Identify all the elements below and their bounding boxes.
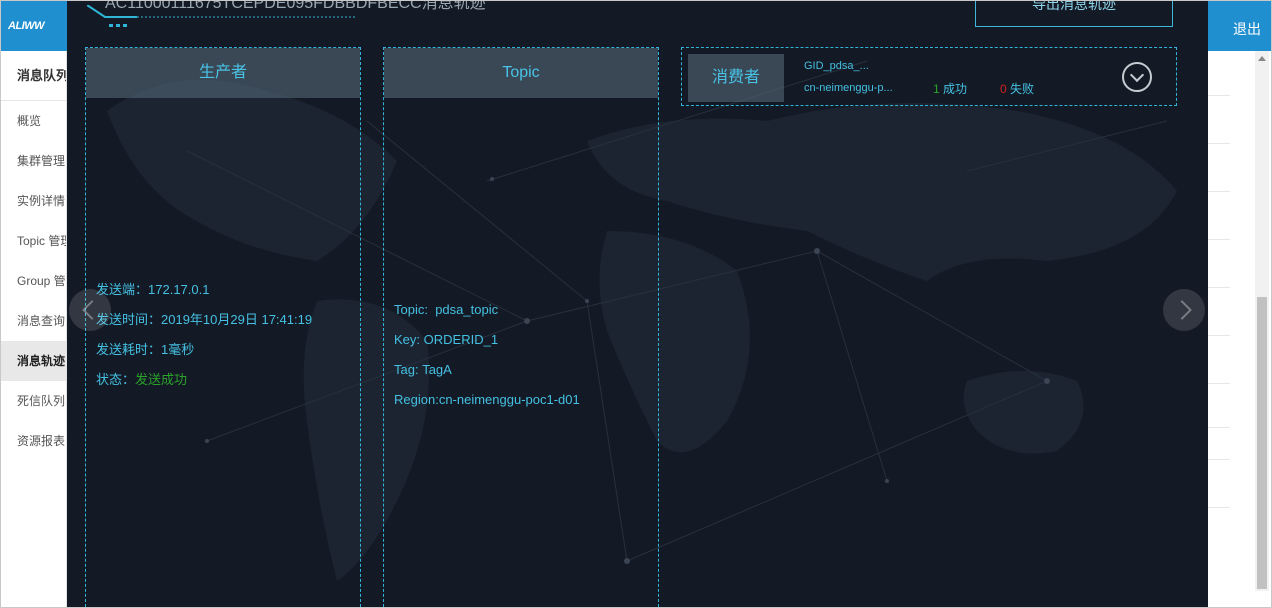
topic-value: pdsa_topic — [435, 302, 499, 317]
consume-fail-stat: 0 失败 — [1000, 80, 1034, 97]
region-value: cn-neimenggu-poc1-d01 — [438, 392, 580, 407]
sidebar-title: 消息队列 — [1, 51, 66, 101]
topic-label: Topic: — [394, 302, 428, 317]
send-cost-row: 发送耗时：1毫秒 — [96, 335, 360, 365]
consumer-region: cn-neimenggu-p... — [804, 82, 893, 94]
consume-success-stat: 1 成功 — [933, 80, 967, 97]
status-row: 状态：发送成功 — [96, 365, 360, 395]
key-value: ORDERID_1 — [423, 332, 499, 347]
sidebar-item-dead-letter[interactable]: 死信队列 — [1, 381, 66, 421]
send-time-value: 2019年10月29日 17:41:19 — [161, 312, 313, 327]
topbar-left — [51, 1, 67, 51]
send-host-row: 发送端：172.17.0.1 — [96, 275, 360, 305]
status-label: 状态： — [96, 372, 136, 387]
chevron-right-icon[interactable] — [1163, 289, 1205, 331]
sidebar-item-resource-report[interactable]: 资源报表 — [1, 421, 66, 461]
logout-button[interactable]: 退出 — [1233, 19, 1261, 39]
topic-header: Topic — [384, 48, 658, 98]
sidebar-item-cluster[interactable]: 集群管理 — [1, 141, 66, 181]
tag-row: Tag: TagA — [394, 355, 658, 385]
send-cost-value: 1毫秒 — [161, 342, 195, 357]
topbar-right: 退出 — [1208, 1, 1271, 51]
status-value: 发送成功 — [135, 372, 188, 387]
sidebar-item-overview[interactable]: 概览 — [1, 101, 66, 141]
region-label: Region: — [394, 392, 439, 407]
region-row: Region:cn-neimenggu-poc1-d01 — [394, 385, 658, 415]
page: ALIWW 消息队列 概览 集群管理 实例详情 Topic 管理 Group 管… — [0, 0, 1272, 608]
sidebar-item-instance[interactable]: 实例详情 — [1, 181, 66, 221]
scroll-up-icon[interactable] — [1258, 56, 1266, 61]
message-trace-modal: AC11000111675TCEPDE095FDBBDFBECC消息轨迹 导出消… — [67, 1, 1208, 607]
chevron-left-icon[interactable] — [69, 289, 111, 331]
scrollbar-thumb[interactable] — [1257, 297, 1267, 589]
export-trace-button[interactable]: 导出消息轨迹 — [975, 1, 1173, 27]
tag-value: TagA — [422, 362, 452, 377]
logo-text: ALIWW — [8, 19, 44, 32]
topic-panel: Topic Topic: pdsa_topic Key: ORDERID_1 T… — [383, 47, 659, 607]
sidebar-item-message-query[interactable]: 消息查询 — [1, 301, 66, 341]
success-count: 1 — [933, 82, 940, 96]
sidebar-item-message-trace[interactable]: 消息轨迹 — [1, 341, 66, 381]
consumer-header: 消费者 — [688, 54, 784, 102]
app-logo[interactable]: ALIWW — [1, 1, 51, 51]
send-host-value: 172.17.0.1 — [148, 282, 210, 297]
consumer-group-id: GID_pdsa_... — [804, 60, 869, 72]
sidebar: 消息队列 概览 集群管理 实例详情 Topic 管理 Group 管理 消息查询… — [1, 51, 67, 607]
sidebar-item-group[interactable]: Group 管理 — [1, 261, 66, 301]
producer-panel: 生产者 发送端：172.17.0.1 发送时间：2019年10月29日 17:4… — [85, 47, 361, 607]
topic-details: Topic: pdsa_topic Key: ORDERID_1 Tag: Ta… — [384, 98, 658, 415]
producer-details: 发送端：172.17.0.1 发送时间：2019年10月29日 17:41:19… — [86, 98, 360, 395]
success-label: 成功 — [943, 82, 968, 96]
tag-label: Tag: — [394, 362, 419, 377]
send-time-row: 发送时间：2019年10月29日 17:41:19 — [96, 305, 360, 335]
page-scrollbar[interactable] — [1255, 51, 1269, 591]
fail-count: 0 — [1000, 82, 1007, 96]
topic-row: Topic: pdsa_topic — [394, 295, 658, 325]
fail-label: 失败 — [1010, 82, 1035, 96]
chevron-down-icon[interactable] — [1122, 62, 1152, 92]
sidebar-item-topic[interactable]: Topic 管理 — [1, 221, 66, 261]
consumer-panel: 消费者 GID_pdsa_... cn-neimenggu-p... 1 成功 … — [681, 47, 1177, 106]
key-label: Key: — [394, 332, 421, 347]
key-row: Key: ORDERID_1 — [394, 325, 658, 355]
producer-header: 生产者 — [86, 48, 360, 98]
modal-title: AC11000111675TCEPDE095FDBBDFBECC消息轨迹 — [105, 1, 486, 12]
send-cost-label: 发送耗时： — [96, 342, 162, 357]
